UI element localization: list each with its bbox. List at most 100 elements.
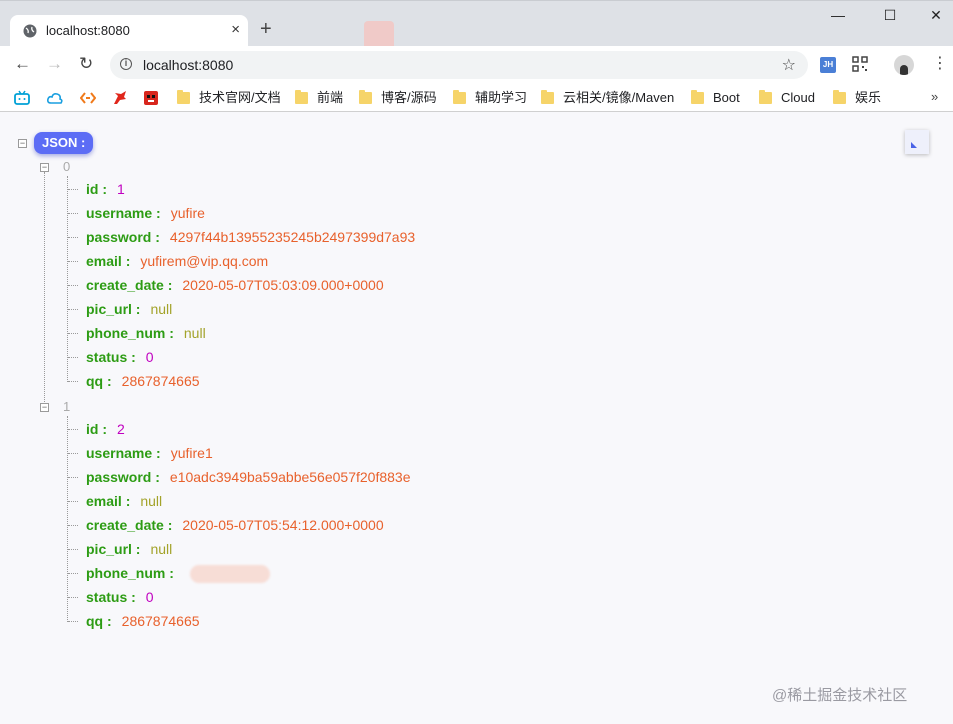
cloud-icon[interactable] — [47, 90, 63, 106]
json-key: qq : — [86, 613, 112, 629]
tab-close-icon[interactable]: × — [231, 21, 240, 39]
expand-corner-button[interactable] — [905, 130, 929, 154]
tree-branch-line — [68, 453, 78, 454]
extension-jh-icon[interactable]: JH — [820, 57, 836, 73]
root-collapse-toggle[interactable]: − — [18, 139, 27, 148]
qr-code-icon[interactable] — [852, 56, 868, 72]
reload-button[interactable]: ↻ — [79, 55, 93, 73]
folder-icon — [759, 90, 772, 104]
json-field-row: email : null — [86, 492, 162, 510]
folder-icon — [453, 90, 466, 104]
bilibili-icon[interactable] — [14, 90, 30, 106]
tree-branch-line — [68, 357, 78, 358]
json-field-row: pic_url : null — [86, 300, 172, 318]
json-field-row: phone_num : null — [86, 324, 206, 342]
menu-icon[interactable]: ⋮ — [932, 55, 948, 73]
tree-branch-line — [68, 501, 78, 502]
globe-icon — [23, 24, 37, 38]
tree-branch-line — [68, 549, 78, 550]
json-key: id : — [86, 421, 107, 437]
bookmark-label: 辅助学习 — [475, 90, 528, 105]
address-bar[interactable]: i localhost:8080 ☆ — [110, 51, 808, 79]
bookmark-star-icon[interactable]: ☆ — [782, 55, 796, 75]
minimize-button[interactable]: — — [828, 7, 848, 23]
json-value: null — [150, 301, 173, 317]
json-field-row: id : 2 — [86, 420, 125, 438]
tree-guide-line — [67, 416, 68, 622]
json-key: pic_url : — [86, 541, 141, 557]
forward-button[interactable]: → — [46, 55, 63, 73]
tree-guide-line — [67, 176, 68, 382]
profile-avatar[interactable] — [894, 55, 914, 75]
tree-branch-line — [68, 621, 78, 622]
json-field-row: email : yufirem@vip.qq.com — [86, 252, 268, 270]
item-0-collapse-toggle[interactable]: − — [40, 163, 49, 172]
json-key: password : — [86, 469, 160, 485]
tree-branch-line — [68, 573, 78, 574]
json-value: yufirem@vip.qq.com — [140, 253, 269, 269]
json-value: 2020-05-07T05:54:12.000+0000 — [182, 517, 384, 533]
json-key: status : — [86, 349, 136, 365]
json-key: phone_num : — [86, 325, 174, 341]
json-value: yufire — [170, 205, 205, 221]
json-value: e10adc3949ba59abbe56e057f20f883e — [169, 469, 411, 485]
bookmark-label: Boot — [713, 90, 740, 105]
tree-branch-line — [68, 213, 78, 214]
url-text[interactable]: localhost:8080 — [143, 57, 233, 73]
bookmark-label: Cloud — [781, 90, 815, 105]
json-value: 0 — [145, 589, 154, 605]
tree-branch-line — [68, 477, 78, 478]
json-field-row: status : 0 — [86, 588, 154, 606]
info-icon[interactable]: i — [120, 58, 132, 70]
json-value: 2867874665 — [121, 373, 200, 389]
json-key: password : — [86, 229, 160, 245]
tree-branch-line — [68, 285, 78, 286]
json-value: null — [140, 493, 163, 509]
corner-arrow-icon — [911, 142, 917, 148]
json-key: create_date : — [86, 517, 173, 533]
tree-branch-line — [68, 261, 78, 262]
tab-strip: localhost:8080 × + — ☐ ✕ — [0, 0, 953, 51]
json-value: yufire1 — [170, 445, 213, 461]
json-viewer: − JSON : − 0 − 1 id : 1 username : yufire pa… — [0, 112, 953, 724]
json-value: 2 — [117, 421, 125, 437]
maximize-button[interactable]: ☐ — [880, 7, 900, 24]
browser-tab[interactable]: localhost:8080 × — [10, 15, 248, 47]
red-bird-icon[interactable] — [112, 90, 128, 106]
json-root-badge[interactable]: JSON : — [34, 132, 94, 154]
json-field-row: qq : 2867874665 — [86, 612, 200, 630]
json-key: email : — [86, 253, 131, 269]
item-1-collapse-toggle[interactable]: − — [40, 403, 49, 412]
json-field-row: status : 0 — [86, 348, 154, 366]
bookmark-label: 娱乐 — [855, 90, 882, 105]
bookmark-label: 技术官网/文档 — [199, 90, 281, 105]
json-key: email : — [86, 493, 131, 509]
json-field-row: qq : 2867874665 — [86, 372, 200, 390]
back-button[interactable]: ← — [14, 55, 31, 73]
json-value: 2020-05-07T05:03:09.000+0000 — [182, 277, 384, 293]
json-key: create_date : — [86, 277, 173, 293]
json-field-row: password : e10adc3949ba59abbe56e057f20f88… — [86, 468, 410, 486]
json-field-row: password : 4297f44b13955235245b2497399d7a… — [86, 228, 415, 246]
json-field-row: phone_num : — [86, 564, 270, 584]
tree-guide-line — [44, 172, 45, 406]
tree-branch-line — [68, 237, 78, 238]
json-field-row: username : yufire — [86, 204, 205, 222]
json-field-row: pic_url : null — [86, 540, 172, 558]
folder-icon — [833, 90, 846, 104]
json-value: null — [150, 541, 173, 557]
tree-branch-line — [68, 597, 78, 598]
tree-branch-line — [68, 525, 78, 526]
new-tab-button[interactable]: + — [260, 19, 272, 39]
redacted-value — [189, 565, 270, 584]
bookmark-label: 博客/源码 — [381, 90, 437, 105]
red-face-icon[interactable] — [143, 90, 159, 106]
json-value: 4297f44b13955235245b2497399d7a93 — [169, 229, 416, 245]
more-bookmarks-button[interactable]: » — [931, 89, 938, 104]
close-window-button[interactable]: ✕ — [926, 7, 946, 24]
browser-toolbar: ← → ↻ i localhost:8080 ☆ JH ⋮ — [0, 46, 953, 84]
tree-branch-line — [68, 429, 78, 430]
folder-icon — [359, 90, 372, 104]
code-bracket-icon[interactable] — [80, 90, 96, 106]
item-index: 0 — [63, 159, 71, 174]
